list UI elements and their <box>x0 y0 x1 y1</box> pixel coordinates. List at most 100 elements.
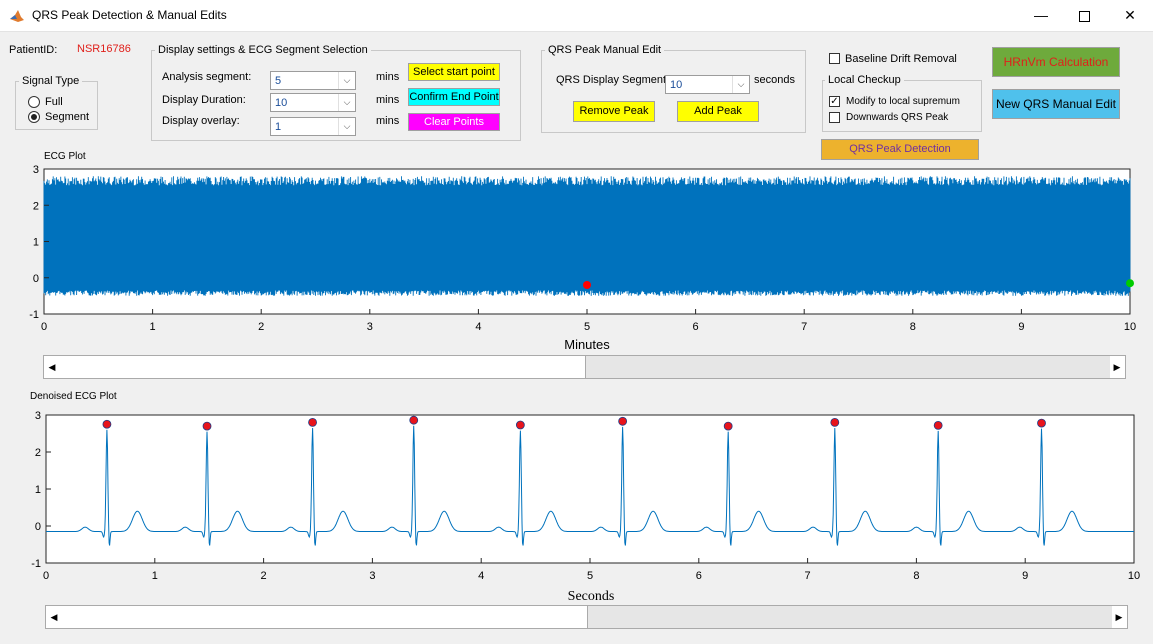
x-tick-label: 8 <box>913 570 919 582</box>
x-tick-label: 5 <box>584 321 590 333</box>
add-peak-button[interactable]: Add Peak <box>677 101 759 122</box>
hrnvm-calculation-button[interactable]: HRnVm Calculation <box>992 47 1120 77</box>
display-overlay-value: 1 <box>275 121 282 133</box>
qrs-peak-marker[interactable] <box>933 420 943 430</box>
qrs-peak-marker[interactable] <box>830 417 840 427</box>
y-tick-label: -1 <box>29 309 39 321</box>
analysis-segment-value: 5 <box>275 75 282 87</box>
matlab-app-icon <box>9 8 25 24</box>
y-tick-label: 1 <box>33 237 39 249</box>
y-tick-label: 0 <box>35 521 41 533</box>
close-button[interactable]: ✕ <box>1107 0 1153 31</box>
qrs-peak-marker[interactable] <box>202 421 212 431</box>
qrs-display-segment-value: 10 <box>670 79 683 91</box>
baseline-drift-label: Baseline Drift Removal <box>845 53 957 65</box>
radio-full-label: Full <box>45 96 63 108</box>
x-tick-label: 10 <box>1128 570 1140 582</box>
x-tick-label: 2 <box>261 570 267 582</box>
display-duration-label: Display Duration: <box>162 94 246 106</box>
radio-full[interactable] <box>28 96 40 108</box>
chevron-down-icon: ⌵ <box>338 94 355 111</box>
modify-local-supremum-label: Modify to local supremum <box>846 96 960 107</box>
chevron-down-icon: ⌵ <box>338 72 355 89</box>
x-tick-label: 5 <box>587 570 593 582</box>
y-tick-label: 1 <box>35 484 41 496</box>
x-tick-label: 8 <box>910 321 916 333</box>
window-title: QRS Peak Detection & Manual Edits <box>32 8 227 22</box>
x-tick-label: 9 <box>1022 570 1028 582</box>
analysis-segment-unit: mins <box>376 71 400 83</box>
scroll-right-arrow-icon[interactable]: ▶ <box>1111 606 1127 628</box>
patient-id-label: PatientID: <box>9 44 58 56</box>
qrs-peak-marker[interactable] <box>308 417 317 427</box>
ecg-signal-line <box>43 176 1131 296</box>
radio-segment[interactable] <box>28 111 40 123</box>
ecg-x-axis-label: Minutes <box>564 337 610 352</box>
x-tick-label: 0 <box>43 570 49 582</box>
title-bar: QRS Peak Detection & Manual Edits — ✕ <box>0 0 1153 32</box>
qrs-peak-detection-button[interactable]: QRS Peak Detection <box>821 139 979 160</box>
clear-points-button[interactable]: Clear Points <box>408 113 500 131</box>
remove-peak-button[interactable]: Remove Peak <box>573 101 655 122</box>
y-tick-label: 0 <box>33 273 39 285</box>
modify-local-supremum-checkbox[interactable]: ✓ <box>829 96 840 107</box>
display-overlay-unit: mins <box>376 115 400 127</box>
x-tick-label: 6 <box>696 570 702 582</box>
local-checkup-title: Local Checkup <box>825 74 904 86</box>
qrs-peak-marker[interactable] <box>515 420 525 430</box>
signal-type-title: Signal Type <box>19 75 83 87</box>
scroll-right-arrow-icon[interactable]: ▶ <box>1109 356 1125 378</box>
x-tick-label: 7 <box>801 321 807 333</box>
x-tick-label: 7 <box>805 570 811 582</box>
y-tick-label: 3 <box>33 164 39 176</box>
x-tick-label: 9 <box>1018 321 1024 333</box>
radio-segment-label: Segment <box>45 111 90 123</box>
qrs-peak-marker[interactable] <box>1037 418 1046 428</box>
x-tick-label: 4 <box>478 570 484 582</box>
chevron-down-icon: ⌵ <box>338 118 355 135</box>
display-duration-select[interactable]: 10 ⌵ <box>270 93 356 112</box>
qrs-peak-marker[interactable] <box>723 421 733 431</box>
qrs-peak-marker[interactable] <box>102 419 112 429</box>
x-tick-label: 6 <box>693 321 699 333</box>
downwards-qrs-peak-label: Downwards QRS Peak <box>846 112 949 123</box>
denoised-plot-title: Denoised ECG Plot <box>30 391 117 402</box>
qrs-peak-marker[interactable] <box>409 415 419 425</box>
maximize-button[interactable] <box>1061 0 1107 31</box>
display-overlay-select[interactable]: 1 ⌵ <box>270 117 356 136</box>
x-tick-label: 1 <box>150 321 156 333</box>
maximize-icon <box>1078 11 1090 22</box>
ecg-scroll-thumb[interactable] <box>584 356 1110 378</box>
new-qrs-manual-edit-button[interactable]: New QRS Manual Edit <box>992 89 1120 119</box>
x-tick-label: 10 <box>1124 321 1136 333</box>
y-tick-label: 2 <box>33 200 39 212</box>
scroll-left-arrow-icon[interactable]: ◀ <box>44 356 60 378</box>
patient-id-value: NSR16786 <box>77 43 131 55</box>
denoised-scroll-thumb[interactable] <box>586 606 1112 628</box>
x-tick-label: 3 <box>369 570 375 582</box>
qrs-peak-marker[interactable] <box>618 416 628 426</box>
downwards-qrs-peak-checkbox[interactable] <box>829 112 840 123</box>
qrs-display-segment-unit: seconds <box>754 74 795 86</box>
segment-point-marker[interactable] <box>583 281 591 289</box>
y-tick-label: 3 <box>35 410 41 422</box>
segment-point-marker[interactable] <box>1126 279 1134 288</box>
select-start-point-button[interactable]: Select start point <box>408 63 500 81</box>
denoised-x-axis-label: Seconds <box>568 589 615 604</box>
radio-selected-dot <box>31 114 37 120</box>
baseline-drift-checkbox[interactable] <box>829 53 840 64</box>
y-tick-label: 2 <box>35 447 41 459</box>
scroll-left-arrow-icon[interactable]: ◀ <box>46 606 62 628</box>
display-overlay-label: Display overlay: <box>162 115 240 127</box>
denoised-ecg-plot[interactable]: 0 1 2 3 4 5 6 7 8 9 10 3210-1 Seconds <box>0 404 1153 604</box>
chevron-down-icon: ⌵ <box>732 76 749 93</box>
denoised-scrollbar[interactable]: ◀ ▶ <box>45 605 1128 629</box>
ecg-plot[interactable]: 0 1 2 3 4 5 6 7 8 9 10 3210-1 Minutes <box>0 160 1153 355</box>
confirm-end-point-button[interactable]: Confirm End Point <box>408 88 500 106</box>
ecg-scrollbar[interactable]: ◀ ▶ <box>43 355 1126 379</box>
display-duration-value: 10 <box>275 97 288 109</box>
analysis-segment-select[interactable]: 5 ⌵ <box>270 71 356 90</box>
x-tick-label: 1 <box>152 570 158 582</box>
minimize-button[interactable]: — <box>1018 0 1064 31</box>
qrs-display-segment-select[interactable]: 10 ⌵ <box>665 75 750 94</box>
